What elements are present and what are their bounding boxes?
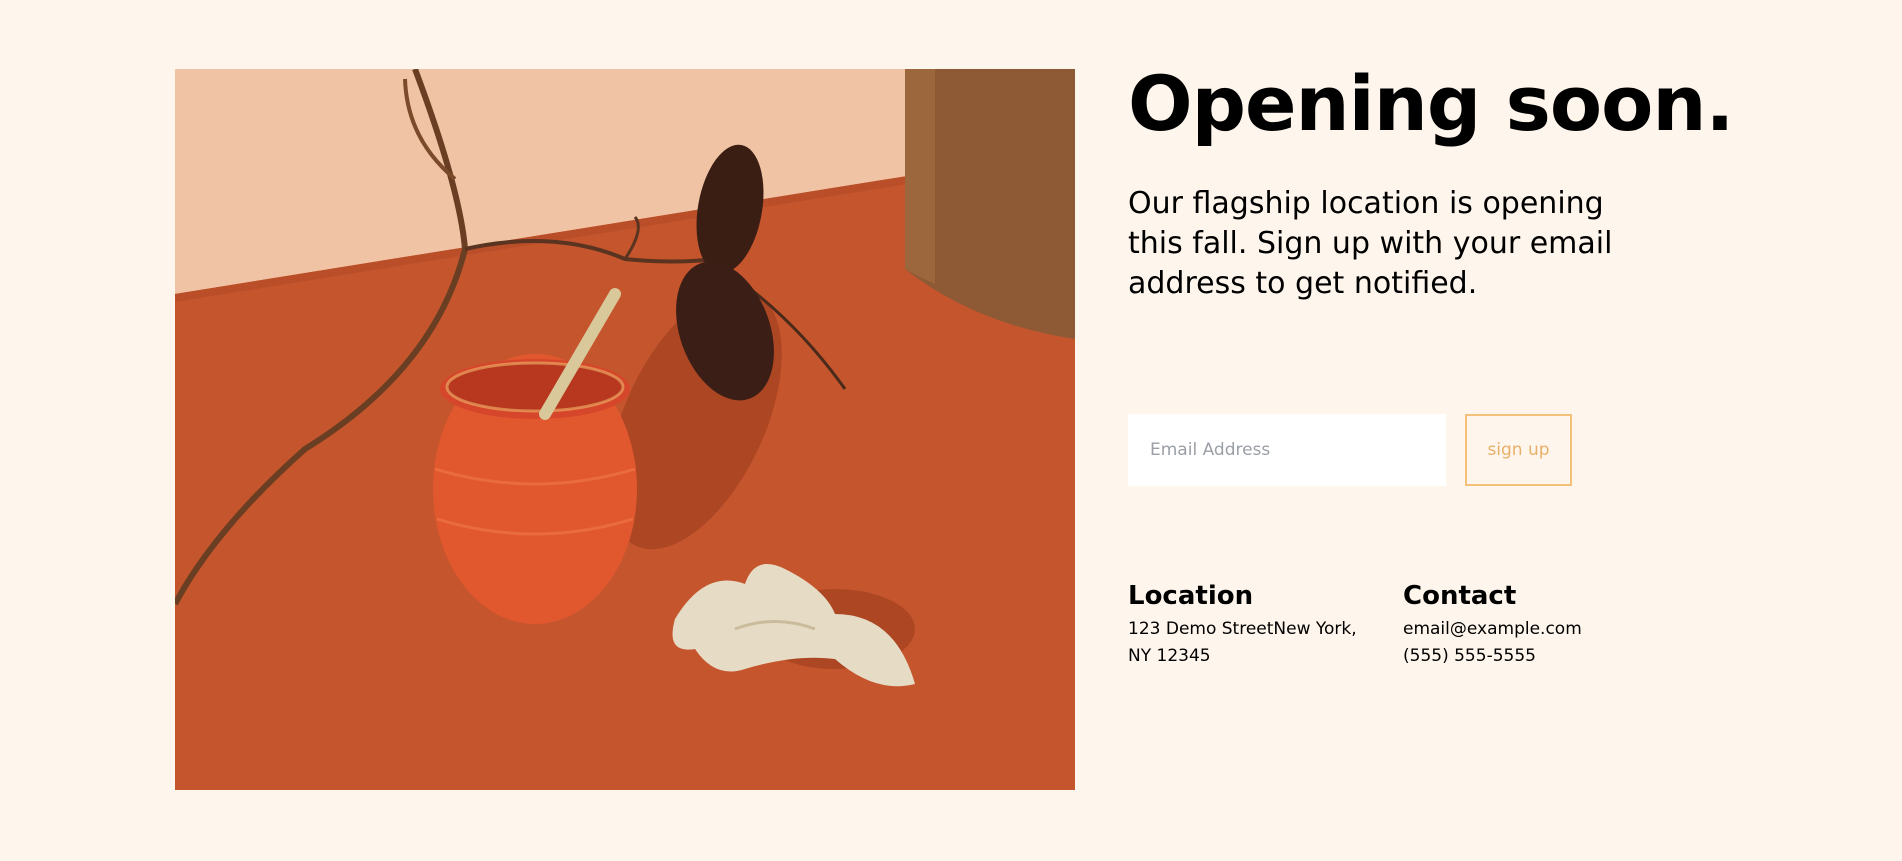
- hero-content: Opening soon. Our flagship location is o…: [1128, 62, 1748, 304]
- signup-button[interactable]: sign up: [1465, 414, 1572, 486]
- contact-phone: (555) 555-5555: [1403, 646, 1536, 666]
- info-section: Location 123 Demo StreetNew York, NY 123…: [1128, 580, 1678, 670]
- location-heading: Location: [1128, 581, 1254, 611]
- intro-text: Our flagship location is opening this fa…: [1128, 185, 1613, 301]
- page: Opening soon. Our flagship location is o…: [0, 0, 1902, 861]
- page-title: Opening soon.: [1128, 59, 1734, 148]
- contact-heading: Contact: [1403, 581, 1517, 611]
- contact-block: Contact email@example.com (555) 555-5555: [1403, 580, 1678, 670]
- hero-image: [175, 69, 1075, 790]
- location-block: Location 123 Demo StreetNew York, NY 123…: [1128, 580, 1403, 670]
- email-field[interactable]: [1128, 414, 1446, 486]
- signup-form: sign up: [1128, 414, 1572, 486]
- location-address: 123 Demo StreetNew York, NY 12345: [1128, 619, 1357, 666]
- contact-email: email@example.com: [1403, 619, 1582, 639]
